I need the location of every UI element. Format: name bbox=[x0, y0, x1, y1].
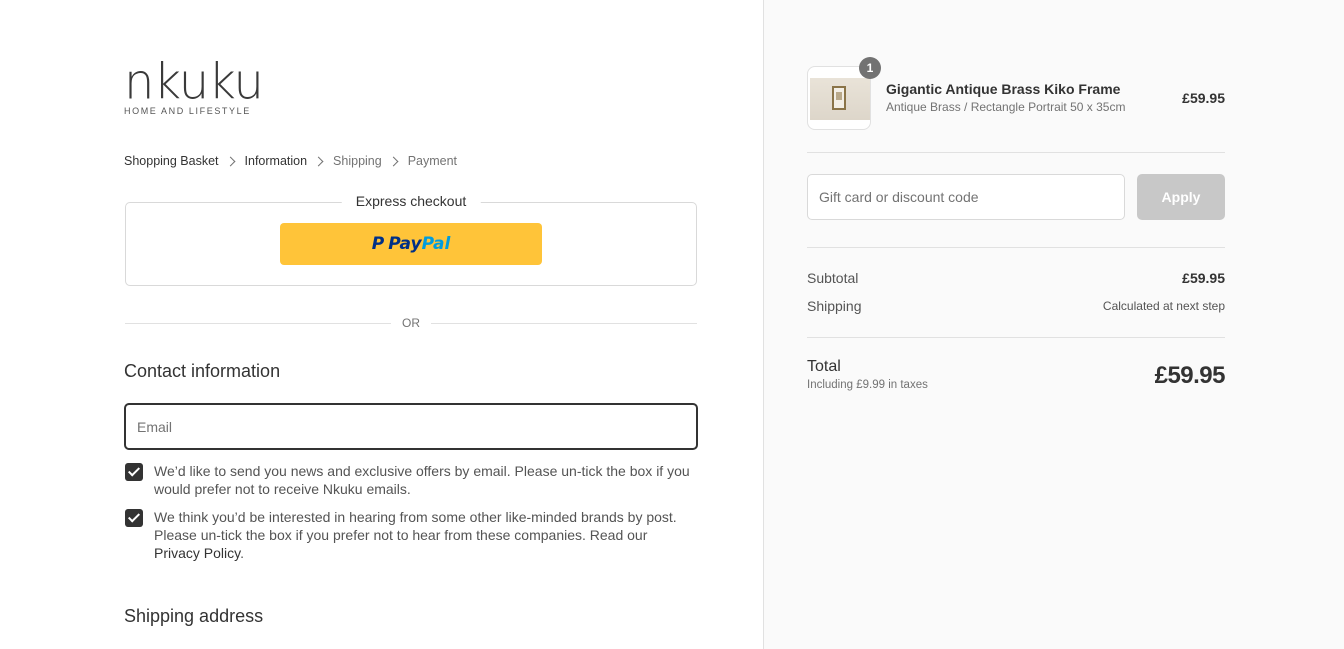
paypal-wordmark: PayPal bbox=[388, 234, 450, 254]
express-checkout: Express checkout P PayPal bbox=[125, 193, 697, 286]
product-variant: Antique Brass / Rectangle Portrait 50 x … bbox=[886, 100, 1126, 114]
divider-line bbox=[125, 323, 391, 324]
chevron-right-icon bbox=[388, 156, 399, 166]
product-name: Gigantic Antique Brass Kiko Frame bbox=[886, 81, 1121, 97]
shipping-address-title: Shipping address bbox=[124, 606, 264, 626]
summary-divider bbox=[807, 247, 1225, 248]
post-consent-end: . bbox=[240, 545, 244, 561]
breadcrumb-shopping-basket[interactable]: Shopping Basket bbox=[124, 154, 219, 168]
paypal-word-pal: Pal bbox=[421, 234, 451, 254]
chevron-right-icon bbox=[225, 156, 235, 166]
breadcrumb-payment: Payment bbox=[407, 154, 458, 168]
or-divider-text: OR bbox=[402, 316, 420, 330]
email-field[interactable] bbox=[124, 403, 698, 450]
checkout-main: nkuku HOME AND LIFESTYLE Shopping Basket… bbox=[0, 0, 763, 649]
post-consent-label: We think you’d be interested in hearing … bbox=[154, 508, 697, 562]
summary-divider bbox=[807, 152, 1225, 153]
discount-code-input[interactable] bbox=[807, 174, 1125, 220]
or-divider: OR bbox=[125, 316, 697, 332]
total-label: Total bbox=[807, 358, 841, 375]
breadcrumb-information: Information bbox=[244, 154, 308, 168]
breadcrumb-shipping: Shipping bbox=[333, 154, 382, 168]
email-consent-label: We’d like to send you news and exclusive… bbox=[154, 463, 690, 497]
logo-wordmark: nkuku bbox=[124, 53, 264, 111]
post-consent-text: We think you’d be interested in hearing … bbox=[154, 509, 677, 543]
quantity-badge: 1 bbox=[859, 57, 881, 79]
divider-line bbox=[431, 323, 697, 324]
order-line-item: 1 Gigantic Antique Brass Kiko Frame Anti… bbox=[807, 57, 1225, 130]
paypal-word-pay: Pay bbox=[388, 234, 422, 254]
post-consent-row: We think you’d be interested in hearing … bbox=[125, 508, 697, 562]
post-consent-checkbox[interactable] bbox=[125, 509, 143, 527]
shipping-label: Shipping bbox=[807, 298, 862, 314]
total-tax-note: Including £9.99 in taxes bbox=[807, 379, 928, 391]
total-value: £59.95 bbox=[1154, 362, 1226, 389]
shipping-value: Calculated at next step bbox=[1102, 299, 1225, 313]
subtotal-value: £59.95 bbox=[1182, 270, 1225, 286]
summary-divider bbox=[807, 337, 1225, 338]
email-consent-checkbox[interactable] bbox=[125, 463, 143, 481]
privacy-policy-link[interactable]: Privacy Policy bbox=[154, 545, 240, 561]
apply-discount-button[interactable]: Apply bbox=[1137, 174, 1225, 220]
paypal-icon: P bbox=[371, 234, 385, 254]
paypal-button[interactable]: P PayPal bbox=[280, 223, 542, 265]
product-price: £59.95 bbox=[1182, 90, 1225, 106]
express-checkout-title: Express checkout bbox=[341, 193, 481, 209]
breadcrumb: Shopping Basket Information Shipping Pay… bbox=[124, 154, 457, 168]
chevron-right-icon bbox=[313, 156, 324, 166]
brand-logo[interactable]: nkuku HOME AND LIFESTYLE bbox=[124, 52, 266, 116]
contact-information-title: Contact information bbox=[124, 361, 281, 381]
product-image-frame bbox=[832, 86, 846, 110]
email-consent-row: We’d like to send you news and exclusive… bbox=[125, 462, 697, 498]
subtotal-label: Subtotal bbox=[807, 270, 859, 286]
